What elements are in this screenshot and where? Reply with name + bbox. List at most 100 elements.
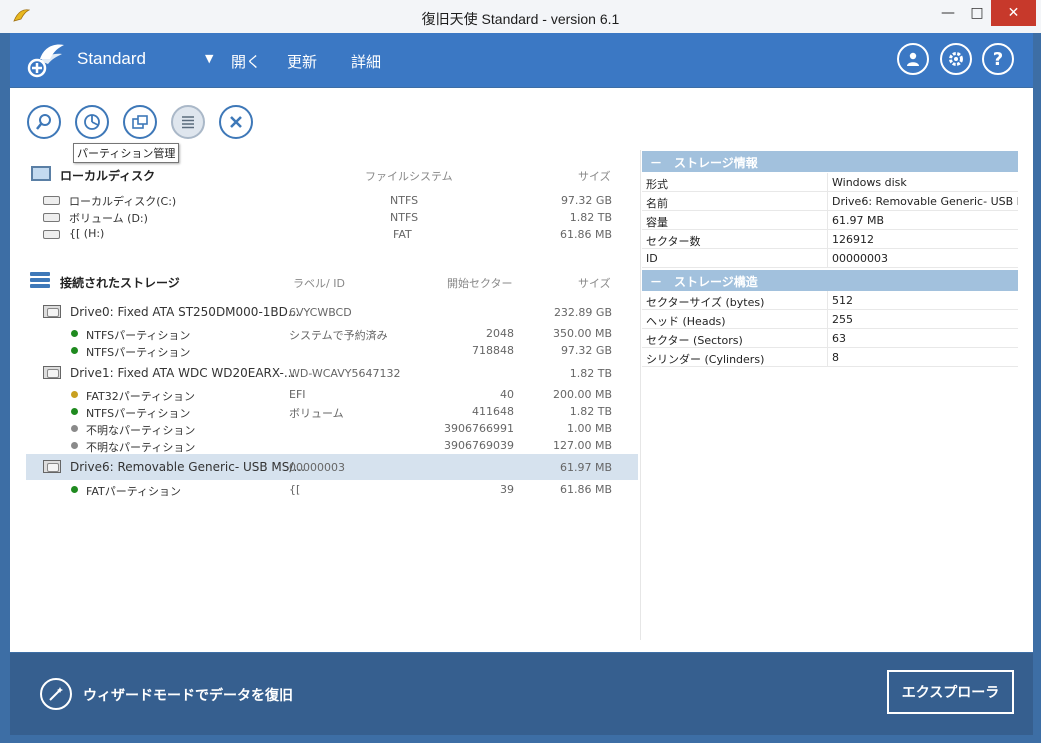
close-window-button[interactable]: ✕: [991, 0, 1036, 26]
storage-info-header[interactable]: － ストレージ情報: [642, 151, 1018, 172]
info-separator: [827, 348, 828, 367]
local-disk-name[interactable]: {[ (H:): [69, 227, 104, 240]
local-disk-size: 61.86 MB: [559, 228, 612, 241]
explorer-button[interactable]: エクスプローラ: [887, 670, 1014, 714]
drive-id: 00000003: [289, 461, 345, 474]
drive-icon: [43, 366, 61, 379]
drive-icon: [43, 305, 61, 318]
close-icon[interactable]: [219, 105, 253, 139]
info-key: ヘッド (Heads): [646, 315, 726, 328]
partition-glyph: [84, 114, 100, 130]
info-separator: [827, 173, 828, 192]
info-row: セクター (Sectors) 63: [642, 329, 1018, 348]
info-row: 名前 Drive6: Removable Generic- USB MS/M: [642, 192, 1018, 211]
partition-name[interactable]: 不明なパーティション: [86, 422, 195, 438]
menu-detail[interactable]: 詳細: [351, 51, 381, 72]
drive-size: 1.82 TB: [569, 367, 612, 380]
menu-open[interactable]: 開く: [231, 51, 261, 72]
partition-name[interactable]: NTFSパーティション: [86, 344, 190, 360]
partition-status-dot: [71, 442, 78, 449]
gear-icon[interactable]: [940, 43, 972, 75]
info-row: 容量 61.97 MB: [642, 211, 1018, 230]
info-separator: [827, 192, 828, 211]
partition-name[interactable]: NTFSパーティション: [86, 405, 190, 421]
footer-bar: ウィザードモードでデータを復旧 エクスプローラ: [10, 653, 1033, 735]
window-title: 復旧天使 Standard - version 6.1: [421, 11, 620, 27]
info-key: 名前: [646, 197, 668, 210]
col-start-sector: 開始セクター: [447, 277, 513, 290]
partition-name[interactable]: NTFSパーティション: [86, 327, 190, 343]
drive-size: 232.89 GB: [553, 306, 612, 319]
partition-start: 39: [500, 483, 514, 496]
main-panel: パーティション管理 ローカルディスク ファイルシステム サイズ ローカルディスク…: [10, 88, 1033, 652]
search-icon[interactable]: [27, 105, 61, 139]
title-bar: 復旧天使 Standard - version 6.1 — □ ✕: [0, 0, 1041, 33]
info-value: 8: [832, 351, 839, 364]
maximize-button[interactable]: □: [963, 0, 991, 26]
magic-wand-icon[interactable]: [40, 678, 72, 710]
col-size: サイズ: [578, 277, 611, 290]
disk-icon: [43, 213, 60, 222]
info-key: 容量: [646, 216, 668, 229]
partition-name[interactable]: FATパーティション: [86, 483, 181, 499]
info-row: セクターサイズ (bytes) 512: [642, 291, 1018, 310]
local-disk-heading: ローカルディスク: [60, 169, 156, 183]
partition-name[interactable]: FAT32パーティション: [86, 388, 195, 404]
drive-name[interactable]: Drive0: Fixed ATA ST250DM000-1BD...: [70, 305, 299, 319]
image-icon[interactable]: [123, 105, 157, 139]
drive-name[interactable]: Drive6: Removable Generic- USB MS/...: [70, 460, 305, 474]
info-value: Windows disk: [832, 176, 907, 189]
info-value: Drive6: Removable Generic- USB MS/M: [832, 195, 1018, 208]
partition-size: 350.00 MB: [552, 327, 612, 340]
info-value: 00000003: [832, 252, 888, 265]
info-value: 126912: [832, 233, 874, 246]
partition-size: 1.00 MB: [566, 422, 612, 435]
info-separator: [827, 310, 828, 329]
angel-plus-icon: [27, 44, 64, 78]
minimize-button[interactable]: —: [933, 0, 963, 26]
info-key: ID: [646, 252, 658, 265]
partition-icon[interactable]: [75, 105, 109, 139]
info-key: セクター数: [646, 235, 701, 248]
tooltip: パーティション管理: [73, 143, 180, 163]
storage-structure-header[interactable]: － ストレージ構造: [642, 270, 1018, 291]
local-disk-fs: NTFS: [390, 211, 419, 224]
partition-size: 1.82 TB: [569, 405, 612, 418]
drive-name[interactable]: Drive1: Fixed ATA WDC WD20EARX-...: [70, 366, 295, 380]
partition-size: 200.00 MB: [552, 388, 612, 401]
drive-id: WD-WCAVY5647132: [289, 367, 401, 380]
partition-start: 718848: [472, 344, 514, 357]
close-glyph: [230, 116, 242, 128]
partition-label: EFI: [289, 388, 306, 401]
brand-dropdown-arrow[interactable]: ▼: [205, 52, 213, 65]
partition-status-dot: [71, 391, 78, 398]
partition-start: 411648: [472, 405, 514, 418]
info-row: セクター数 126912: [642, 230, 1018, 249]
col-filesystem: ファイルシステム: [365, 170, 453, 183]
partition-start: 3906769039: [444, 439, 514, 452]
local-disk-size: 1.82 TB: [569, 211, 612, 224]
local-disk-size: 97.32 GB: [560, 194, 612, 207]
list-glyph: [182, 116, 194, 129]
partition-size: 127.00 MB: [552, 439, 612, 452]
info-separator: [827, 230, 828, 249]
local-disk-name[interactable]: ローカルディスク(C:): [69, 193, 176, 209]
info-separator: [827, 329, 828, 348]
user-glyph: [907, 52, 919, 66]
partition-label: {[: [289, 483, 301, 496]
info-row: シリンダー (Cylinders) 8: [642, 348, 1018, 367]
drive-icon: [43, 460, 61, 473]
menu-refresh[interactable]: 更新: [287, 51, 317, 72]
user-icon[interactable]: [897, 43, 929, 75]
list-icon[interactable]: [171, 105, 205, 139]
storage-heading: 接続されたストレージ: [60, 276, 180, 290]
partition-name[interactable]: 不明なパーティション: [86, 439, 195, 455]
help-icon[interactable]: ?: [982, 43, 1014, 75]
info-value: 63: [832, 332, 846, 345]
wizard-mode-link[interactable]: ウィザードモードでデータを復旧: [83, 685, 293, 705]
partition-status-dot: [71, 347, 78, 354]
partition-status-dot: [71, 408, 78, 415]
local-disk-name[interactable]: ボリューム (D:): [69, 210, 148, 226]
info-key: セクターサイズ (bytes): [646, 296, 765, 309]
partition-status-dot: [71, 425, 78, 432]
